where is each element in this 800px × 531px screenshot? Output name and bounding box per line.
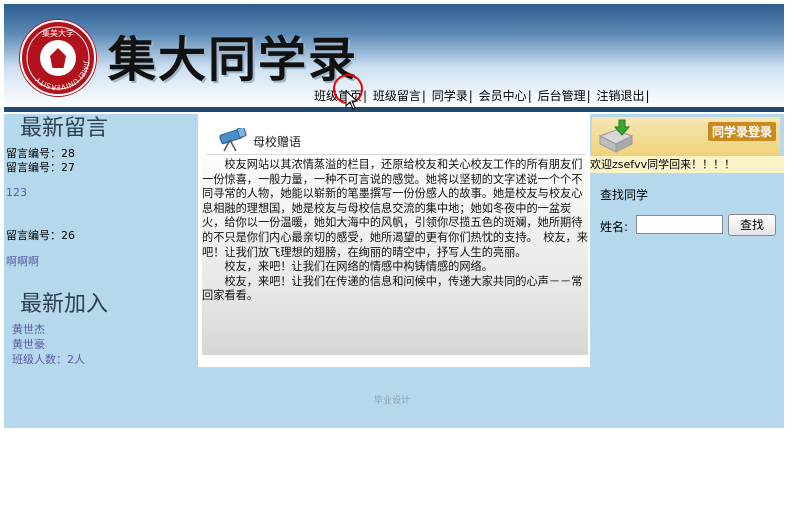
right-sidebar: 同学录登录 欢迎zsefvv同学回来！！！！ 查找同学 姓名: 查找 — [590, 114, 784, 367]
download-folder-icon — [598, 119, 634, 153]
nav-member-center[interactable]: 会员中心 — [479, 89, 527, 103]
latest-join-title: 最新加入 — [20, 292, 109, 317]
message-item[interactable]: 留言编号：27 — [6, 159, 75, 175]
nav-separator: | — [527, 89, 532, 103]
welcome-message: 欢迎zsefvv同学回来！！！！ — [590, 156, 784, 173]
panel-title: 母校赠语 — [253, 135, 302, 149]
telescope-icon — [219, 128, 247, 152]
member-item[interactable]: 黄世杰 — [12, 321, 45, 337]
intro-paragraph: 校友，来吧！让我们在传递的信息和问候中，传递大家共同的心声－－常回家看看。 — [202, 274, 583, 303]
message-content[interactable]: 啊啊啊 — [6, 253, 39, 269]
class-count: 班级人数：2人 — [12, 353, 85, 366]
login-banner: 同学录登录 — [592, 117, 780, 155]
name-search-input[interactable] — [636, 215, 723, 234]
site-title: 集大同学录 — [108, 32, 359, 88]
nav-separator: | — [468, 89, 473, 103]
main-content: 母校赠语 校友网站以其浓情蒸溢的栏目，还原给校友和关心校友工作的所有朋友们一份惊… — [198, 114, 590, 367]
logo-emblem — [40, 40, 76, 76]
nav-admin[interactable]: 后台管理 — [538, 89, 586, 103]
name-label: 姓名: — [600, 220, 629, 234]
panel-header: 母校赠语 — [206, 124, 586, 155]
header-divider — [4, 107, 784, 112]
university-logo-icon: JIMEI UNIVERSITY 集美大学 — [20, 20, 96, 96]
message-content[interactable]: 123 — [6, 186, 27, 199]
nav-class-messages[interactable]: 班级留言 — [373, 89, 421, 103]
classmate-login-tag[interactable]: 同学录登录 — [707, 122, 776, 141]
nav-classmates[interactable]: 同学录 — [432, 89, 468, 103]
panel-body: 校友网站以其浓情蒸溢的栏目，还原给校友和关心校友工作的所有朋友们一份惊喜，一般力… — [202, 158, 588, 355]
left-sidebar: 最新留言 留言编号：28 留言编号：27 123 留言编号：26 啊啊啊 最新加… — [4, 114, 198, 367]
nav-separator: | — [363, 89, 368, 103]
mouse-cursor-icon — [345, 90, 359, 110]
nav-separator: | — [645, 89, 650, 103]
nav-separator: | — [421, 89, 426, 103]
intro-paragraph: 校友，来吧！让我们在网络的情感中构铸情感的网络。 — [202, 260, 493, 274]
search-button[interactable]: 查找 — [728, 214, 776, 236]
nav-logout[interactable]: 注销退出 — [596, 89, 644, 103]
footer-text: 毕业设计 — [374, 396, 411, 406]
latest-messages-title: 最新留言 — [20, 116, 109, 141]
intro-paragraph: 校友网站以其浓情蒸溢的栏目，还原给校友和关心校友工作的所有朋友们一份惊喜，一般力… — [202, 158, 588, 259]
member-item[interactable]: 黄世豪 — [12, 336, 45, 352]
logo-top-text: 集美大学 — [42, 28, 74, 38]
search-caption: 查找同学 — [600, 188, 649, 202]
site-footer: 毕业设计 — [4, 367, 784, 428]
nav-separator: | — [586, 89, 591, 103]
main-nav: 班级首页| 班级留言| 同学录| 会员中心| 后台管理| 注销退出| — [314, 88, 652, 104]
message-item[interactable]: 留言编号：26 — [6, 227, 75, 243]
